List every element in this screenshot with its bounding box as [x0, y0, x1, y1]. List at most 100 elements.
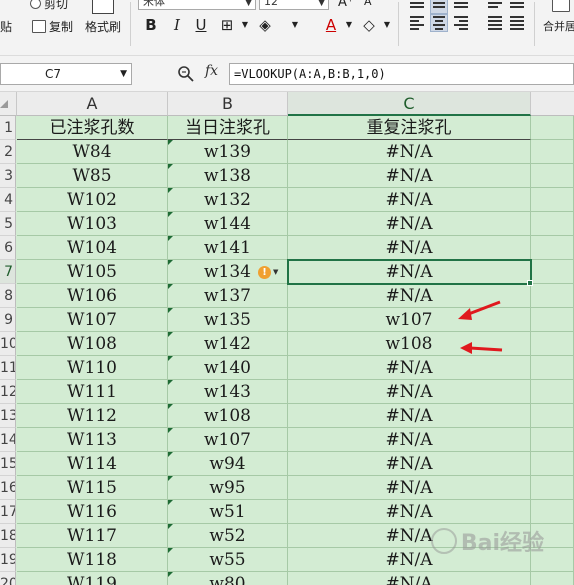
cell-b[interactable]: w137	[168, 284, 288, 308]
name-box[interactable]: C7 ▼	[0, 63, 132, 85]
increase-font-button[interactable]: A⁺	[338, 0, 354, 10]
cell-d[interactable]	[531, 164, 574, 188]
spreadsheet-grid[interactable]: A B C 1 已注浆孔数 当日注浆孔 重复注浆孔 2 W84 w139 #N/A 3 W85 w1…	[0, 92, 574, 585]
distributed-button[interactable]	[508, 14, 526, 32]
fill-color-button[interactable]: ◈	[256, 15, 274, 35]
cell-a[interactable]: 已注浆孔数	[17, 116, 168, 140]
cell-a[interactable]: W102	[17, 188, 168, 212]
justify-button[interactable]	[486, 14, 504, 32]
cell-b[interactable]: w55	[168, 548, 288, 572]
fill-color-dropdown[interactable]: ▼	[286, 15, 304, 35]
zoom-lookup-icon[interactable]	[177, 65, 195, 83]
cell-d[interactable]	[531, 380, 574, 404]
row-header[interactable]: 12	[0, 380, 16, 404]
row-header[interactable]: 1	[0, 116, 16, 140]
error-check-button[interactable]: ! ▼	[258, 264, 280, 280]
cell-a[interactable]: W119	[17, 572, 168, 585]
row-header[interactable]: 19	[0, 548, 16, 572]
cell-b[interactable]: w138	[168, 164, 288, 188]
column-header-c[interactable]: C	[288, 92, 531, 116]
row-header[interactable]: 2	[0, 140, 16, 164]
cell-a[interactable]: W118	[17, 548, 168, 572]
cell-b[interactable]: w132	[168, 188, 288, 212]
row-header[interactable]: 6	[0, 236, 16, 260]
row-header[interactable]: 7	[0, 260, 16, 284]
column-header-b[interactable]: B	[168, 92, 288, 116]
font-name-select[interactable]: 宋体 ▼	[138, 0, 256, 10]
row-header[interactable]: 16	[0, 476, 16, 500]
cell-b[interactable]: w108	[168, 404, 288, 428]
cell-c[interactable]: #N/A	[288, 140, 531, 164]
cell-c[interactable]: #N/A	[288, 164, 531, 188]
borders-button[interactable]: ⊞	[218, 15, 236, 35]
cell-a[interactable]: W114	[17, 452, 168, 476]
cell-d[interactable]	[531, 500, 574, 524]
cell-a[interactable]: W106	[17, 284, 168, 308]
font-color-button[interactable]: A	[322, 15, 340, 35]
cell-c[interactable]: #N/A	[288, 380, 531, 404]
cell-a[interactable]: W115	[17, 476, 168, 500]
cell-c[interactable]: #N/A	[288, 500, 531, 524]
select-all-corner[interactable]	[0, 92, 17, 116]
cell-b[interactable]: 当日注浆孔	[168, 116, 288, 140]
cell-b[interactable]: w140	[168, 356, 288, 380]
cell-d[interactable]	[531, 476, 574, 500]
merge-center-button[interactable]: 合并居	[543, 18, 574, 34]
row-header[interactable]: 5	[0, 212, 16, 236]
cell-b[interactable]: w141	[168, 236, 288, 260]
cell-a[interactable]: W111	[17, 380, 168, 404]
cell-d[interactable]	[531, 116, 574, 140]
cell-c[interactable]: #N/A	[288, 428, 531, 452]
row-header[interactable]: 4	[0, 188, 16, 212]
cell-b[interactable]: w94	[168, 452, 288, 476]
cell-c[interactable]: #N/A	[288, 404, 531, 428]
cell-c[interactable]: 重复注浆孔	[288, 116, 531, 140]
row-header[interactable]: 14	[0, 428, 16, 452]
cell-c[interactable]: #N/A	[288, 212, 531, 236]
format-painter-button[interactable]: 格式刷	[85, 18, 121, 35]
cell-d[interactable]	[531, 452, 574, 476]
row-header[interactable]: 17	[0, 500, 16, 524]
cell-b[interactable]: w80	[168, 572, 288, 585]
cell-c[interactable]: #N/A	[288, 260, 531, 284]
cell-c[interactable]: #N/A	[288, 452, 531, 476]
cell-d[interactable]	[531, 356, 574, 380]
font-size-select[interactable]: 12 ▼	[259, 0, 329, 10]
align-center-button[interactable]	[430, 14, 448, 32]
cell-b[interactable]: w143	[168, 380, 288, 404]
cell-a[interactable]: W107	[17, 308, 168, 332]
cell-a[interactable]: W110	[17, 356, 168, 380]
row-header[interactable]: 15	[0, 452, 16, 476]
align-left-button[interactable]	[408, 14, 426, 32]
align-middle-button[interactable]	[430, 0, 448, 14]
cell-b[interactable]: w95	[168, 476, 288, 500]
row-header[interactable]: 8	[0, 284, 16, 308]
cell-d[interactable]	[531, 260, 574, 284]
underline-button[interactable]: U	[192, 15, 210, 35]
formula-input[interactable]: =VLOOKUP(A:A,B:B,1,0)	[229, 63, 574, 85]
font-color-dropdown[interactable]: ▼	[340, 15, 358, 35]
cell-d[interactable]	[531, 188, 574, 212]
cell-c[interactable]: #N/A	[288, 572, 531, 585]
clear-format-dropdown[interactable]: ▼	[378, 15, 396, 35]
row-header[interactable]: 9	[0, 308, 16, 332]
cell-d[interactable]	[531, 428, 574, 452]
row-header[interactable]: 13	[0, 404, 16, 428]
cell-a[interactable]: W117	[17, 524, 168, 548]
copy-button[interactable]: 复制	[32, 18, 73, 35]
cell-a[interactable]: W103	[17, 212, 168, 236]
cell-a[interactable]: W113	[17, 428, 168, 452]
align-right-button[interactable]	[452, 14, 470, 32]
cell-a[interactable]: W112	[17, 404, 168, 428]
row-header[interactable]: 3	[0, 164, 16, 188]
cell-c[interactable]: #N/A	[288, 236, 531, 260]
cell-d[interactable]	[531, 284, 574, 308]
insert-function-icon[interactable]: fx	[205, 63, 218, 79]
cell-b[interactable]: w51	[168, 500, 288, 524]
cell-d[interactable]	[531, 308, 574, 332]
row-header[interactable]: 11	[0, 356, 16, 380]
cell-b[interactable]: w52	[168, 524, 288, 548]
borders-dropdown[interactable]: ▼	[236, 15, 254, 35]
row-header[interactable]: 10	[0, 332, 16, 356]
align-top-button[interactable]	[408, 0, 426, 14]
